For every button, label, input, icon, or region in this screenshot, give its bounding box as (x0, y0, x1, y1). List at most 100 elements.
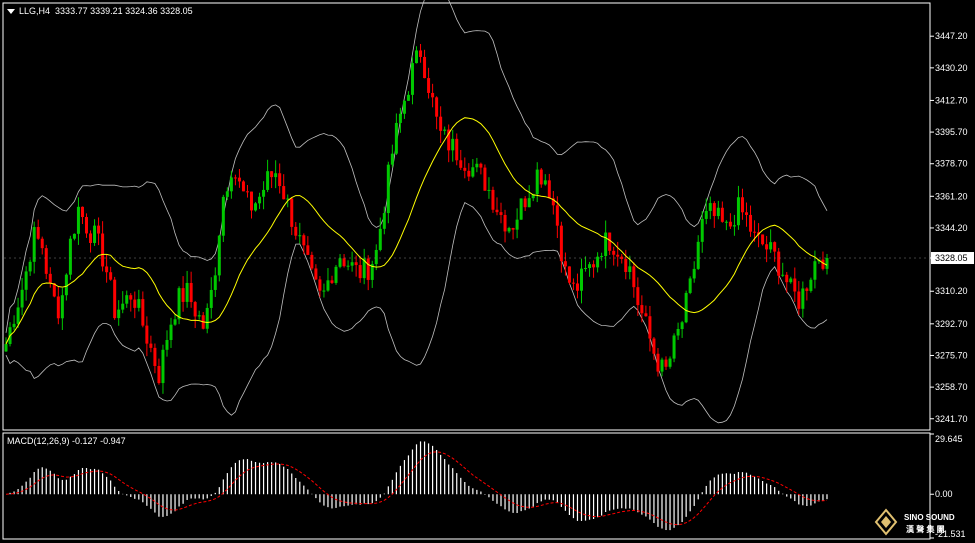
candle-body (177, 288, 181, 320)
candle-body (338, 258, 342, 267)
price-tick-label: 3395.70 (935, 127, 968, 137)
candle (475, 157, 479, 173)
candle-body (632, 266, 636, 288)
candle-body (604, 232, 608, 256)
candle-body (358, 265, 362, 279)
candle-body (515, 219, 519, 230)
candle-body (153, 347, 157, 366)
candle (346, 260, 350, 271)
macd-histogram (9, 441, 828, 531)
logo-name: SINO SOUND (904, 513, 955, 522)
candle-body (592, 264, 596, 268)
candle (326, 268, 330, 292)
candle (559, 221, 563, 273)
dropdown-triangle-icon[interactable] (7, 9, 15, 15)
moving-average (5, 117, 828, 345)
candle-body (427, 78, 431, 93)
candle (402, 99, 406, 119)
candle-body (342, 258, 346, 267)
candle (350, 251, 354, 272)
candle (668, 356, 672, 369)
candle (237, 169, 241, 188)
candle (519, 198, 523, 220)
candle-body (109, 272, 113, 280)
candle (386, 161, 390, 224)
candle-body (785, 274, 789, 283)
candle (527, 185, 531, 208)
candle-body (16, 307, 20, 324)
bollinger-lower-line (5, 202, 828, 424)
candle-body (692, 268, 696, 279)
price-tick-label: 3275.70 (935, 350, 968, 360)
candle-body (712, 203, 716, 217)
candle (620, 253, 624, 264)
candle (197, 310, 201, 320)
price-tick-label: 3361.20 (935, 191, 968, 201)
chart-canvas: 3447.20 3430.20 3412.70 3395.70 3378.70 3361.… (2, 0, 974, 540)
candle (793, 267, 797, 303)
candle (278, 163, 282, 194)
candle-body (596, 256, 600, 268)
candle-body (813, 261, 817, 280)
moving-average-line (5, 117, 828, 345)
candle-body (704, 210, 708, 219)
price-tick-label: 3430.20 (935, 63, 968, 73)
candle-body (676, 329, 680, 336)
candle-body (205, 307, 209, 329)
candle-body (543, 180, 547, 185)
candle-body (141, 299, 145, 326)
candle-body (535, 169, 539, 195)
candle-body (507, 227, 511, 232)
candle-body (648, 316, 652, 339)
candle (250, 191, 253, 219)
candle (789, 276, 793, 284)
candle-body (250, 191, 253, 211)
candle (801, 281, 805, 318)
candle (656, 348, 660, 377)
candle-body (157, 365, 161, 384)
candle (177, 286, 181, 325)
candle (600, 252, 604, 261)
candle (28, 259, 32, 276)
candle-body (129, 295, 133, 300)
candle-body (44, 248, 48, 274)
candle (12, 315, 16, 331)
candle-body (749, 214, 753, 232)
candle-body (716, 207, 720, 217)
candle-body (181, 288, 185, 302)
candle (298, 222, 302, 244)
candle (483, 164, 487, 191)
price-tick-label: 3328.05 (935, 253, 968, 263)
candle (145, 316, 149, 357)
candle (334, 264, 338, 285)
candle-body (547, 180, 551, 199)
candle (491, 186, 495, 213)
candle-body (781, 274, 785, 276)
candle (523, 196, 527, 212)
candle-body (20, 289, 24, 308)
candle (640, 295, 644, 323)
candle (44, 244, 48, 280)
candle (40, 236, 44, 255)
candle (769, 229, 773, 253)
candle-body (322, 290, 326, 292)
candle (314, 264, 318, 281)
candle (495, 197, 499, 216)
candle (101, 221, 105, 272)
candle (660, 357, 664, 377)
candle (20, 277, 24, 316)
candle (664, 356, 668, 370)
candle (551, 190, 555, 215)
candle (306, 236, 310, 256)
candle-body (382, 213, 386, 229)
macd-values: -0.127 -0.947 (72, 436, 126, 446)
candle-body (36, 227, 40, 239)
candle-body (366, 258, 370, 280)
candle (720, 201, 724, 223)
candle (507, 226, 511, 234)
candle (56, 286, 60, 325)
candle-body (467, 170, 471, 177)
candle (390, 144, 394, 168)
candle (451, 129, 455, 162)
candle-body (668, 358, 672, 367)
